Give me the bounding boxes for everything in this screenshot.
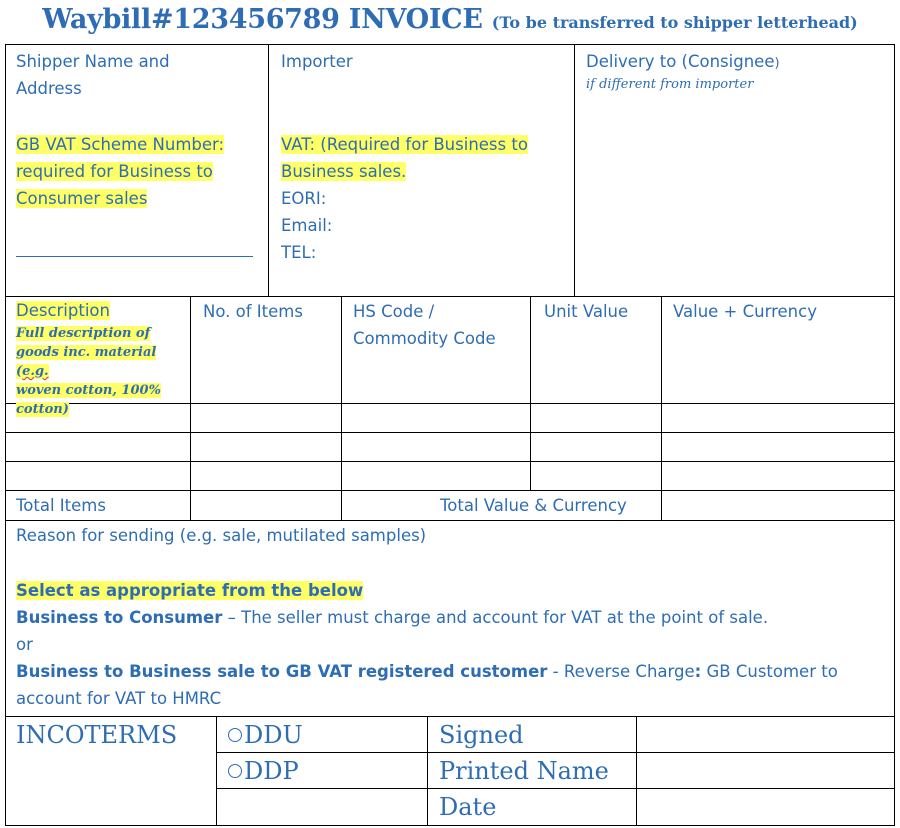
printed-name-field[interactable] (638, 753, 888, 787)
col-unit-value: Unit Value (544, 302, 629, 321)
col-value-currency: Value + Currency (673, 302, 817, 321)
delivery-note: if different from importer (586, 77, 754, 92)
or-label: or (16, 635, 33, 654)
total-value-label: Total Value & Currency (440, 496, 627, 515)
col-description: Description (16, 301, 110, 320)
signed-label: Signed (439, 721, 524, 749)
signed-field[interactable] (638, 716, 888, 751)
ddu-option[interactable]: DDU (228, 718, 303, 752)
reason-content: Reason for sending (e.g. sale, mutilated… (16, 522, 886, 712)
shipper-cell: Shipper Name and Address GB VAT Scheme N… (16, 48, 261, 257)
unit-header: Unit Value (544, 298, 628, 325)
b2b-text: - Reverse Charge (547, 662, 695, 681)
b2b-label: Business to Business sale to GB VAT regi… (16, 662, 548, 681)
delivery-paren: ) (774, 56, 780, 71)
col-hs: HS Code / (353, 302, 435, 321)
invoice-subtitle: (To be transferred to shipper letterhead… (491, 13, 858, 32)
col-hs-commodity: Commodity Code (353, 329, 496, 348)
date-field[interactable] (638, 789, 888, 823)
b2c-text: – The seller must charge and account for… (222, 608, 769, 627)
parties-section: Shipper Name and Address GB VAT Scheme N… (5, 44, 895, 297)
tel-label: TEL: (281, 243, 317, 262)
description-note-4: cotton) (16, 402, 69, 417)
eori-label: EORI: (281, 189, 327, 208)
delivery-cell: Delivery to (Consignee) if different fro… (586, 48, 886, 93)
hs-header: HS Code / Commodity Code (353, 298, 496, 352)
description-note-eg: e.g. (22, 364, 49, 379)
shipper-label: Shipper Name and (16, 52, 170, 71)
email-label: Email: (281, 216, 333, 235)
b2b-text-2: GB Customer to (701, 662, 838, 681)
date-label: Date (439, 793, 497, 821)
radio-circle-icon[interactable] (228, 764, 242, 778)
vat-note: Business sales. (281, 162, 407, 181)
gb-vat-label: GB VAT Scheme Number: (16, 135, 225, 154)
vat-label: VAT: (Required for Business to (281, 135, 528, 154)
reason-label: Reason for sending (e.g. sale, mutilated… (16, 526, 427, 545)
importer-label: Importer (281, 52, 353, 71)
items-table: Description Full description of goods in… (5, 296, 895, 521)
ddu-label: DDU (244, 721, 303, 749)
description-note-1: Full description of (16, 326, 151, 341)
description-note-3: woven cotton, 100% (16, 383, 161, 398)
value-header: Value + Currency (673, 298, 817, 325)
gb-vat-note-1: required for Business to (16, 162, 213, 181)
items-header: No. of Items (203, 298, 303, 325)
total-items-label: Total Items (16, 496, 106, 515)
importer-cell: Importer VAT: (Required for Business to … (281, 48, 571, 266)
delivery-label: Delivery to (Consignee (586, 52, 775, 71)
b2b-text-3: account for VAT to HMRC (16, 689, 222, 708)
description-header: Description Full description of goods in… (16, 298, 186, 419)
b2c-label: Business to Consumer (16, 608, 223, 627)
shipper-label-address: Address (16, 79, 82, 98)
gb-vat-note-2: Consumer sales (16, 189, 148, 208)
document-title: Waybill#123456789 INVOICE (To be transfe… (0, 4, 900, 44)
select-heading: Select as appropriate from the below (16, 581, 364, 600)
radio-circle-icon[interactable] (228, 728, 242, 742)
ddp-option[interactable]: DDP (228, 754, 299, 788)
printed-name-label: Printed Name (439, 757, 609, 785)
reason-section: Reason for sending (e.g. sale, mutilated… (5, 520, 895, 717)
footer-section: INCOTERMS DDU DDP Signed Printed Name Da… (5, 716, 895, 826)
signature-line[interactable] (16, 256, 253, 257)
invoice-title: Waybill#123456789 INVOICE (42, 4, 483, 35)
col-items: No. of Items (203, 302, 303, 321)
incoterms-label: INCOTERMS (16, 721, 178, 749)
ddp-label: DDP (244, 757, 299, 785)
